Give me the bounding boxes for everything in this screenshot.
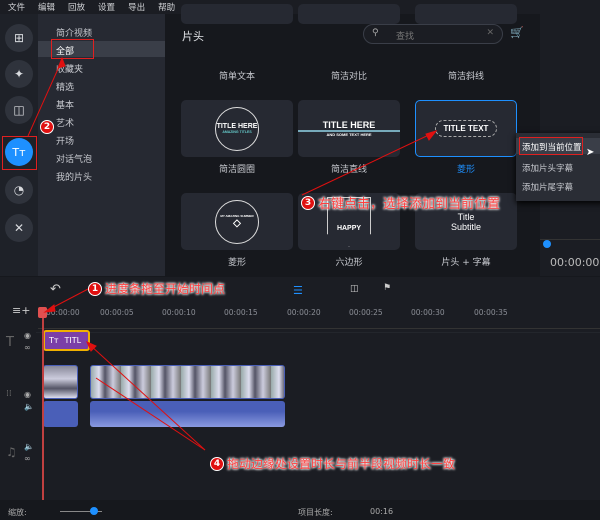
annotation-4: 4 拖动边缘处设置时长与前半段视频时长一致 <box>210 455 455 472</box>
annotation-text: 拖动边缘处设置时长与前半段视频时长一致 <box>227 457 456 471</box>
annotation-number: 1 <box>88 281 102 296</box>
annotation-3: 3 右键点击，选择添加到当前位置 <box>301 193 500 212</box>
annotation-arrows <box>27 56 438 451</box>
annotation-2: 2 <box>40 120 54 134</box>
annotation-text: 右键点击，选择添加到当前位置 <box>318 197 501 212</box>
annotation-number: 3 <box>301 195 315 210</box>
annotation-1: 1 进度条拖至开始时间点 <box>88 280 225 297</box>
annotation-number: 2 <box>40 120 54 134</box>
annotation-number: 4 <box>210 456 224 471</box>
annotation-text: 进度条拖至开始时间点 <box>105 282 226 296</box>
